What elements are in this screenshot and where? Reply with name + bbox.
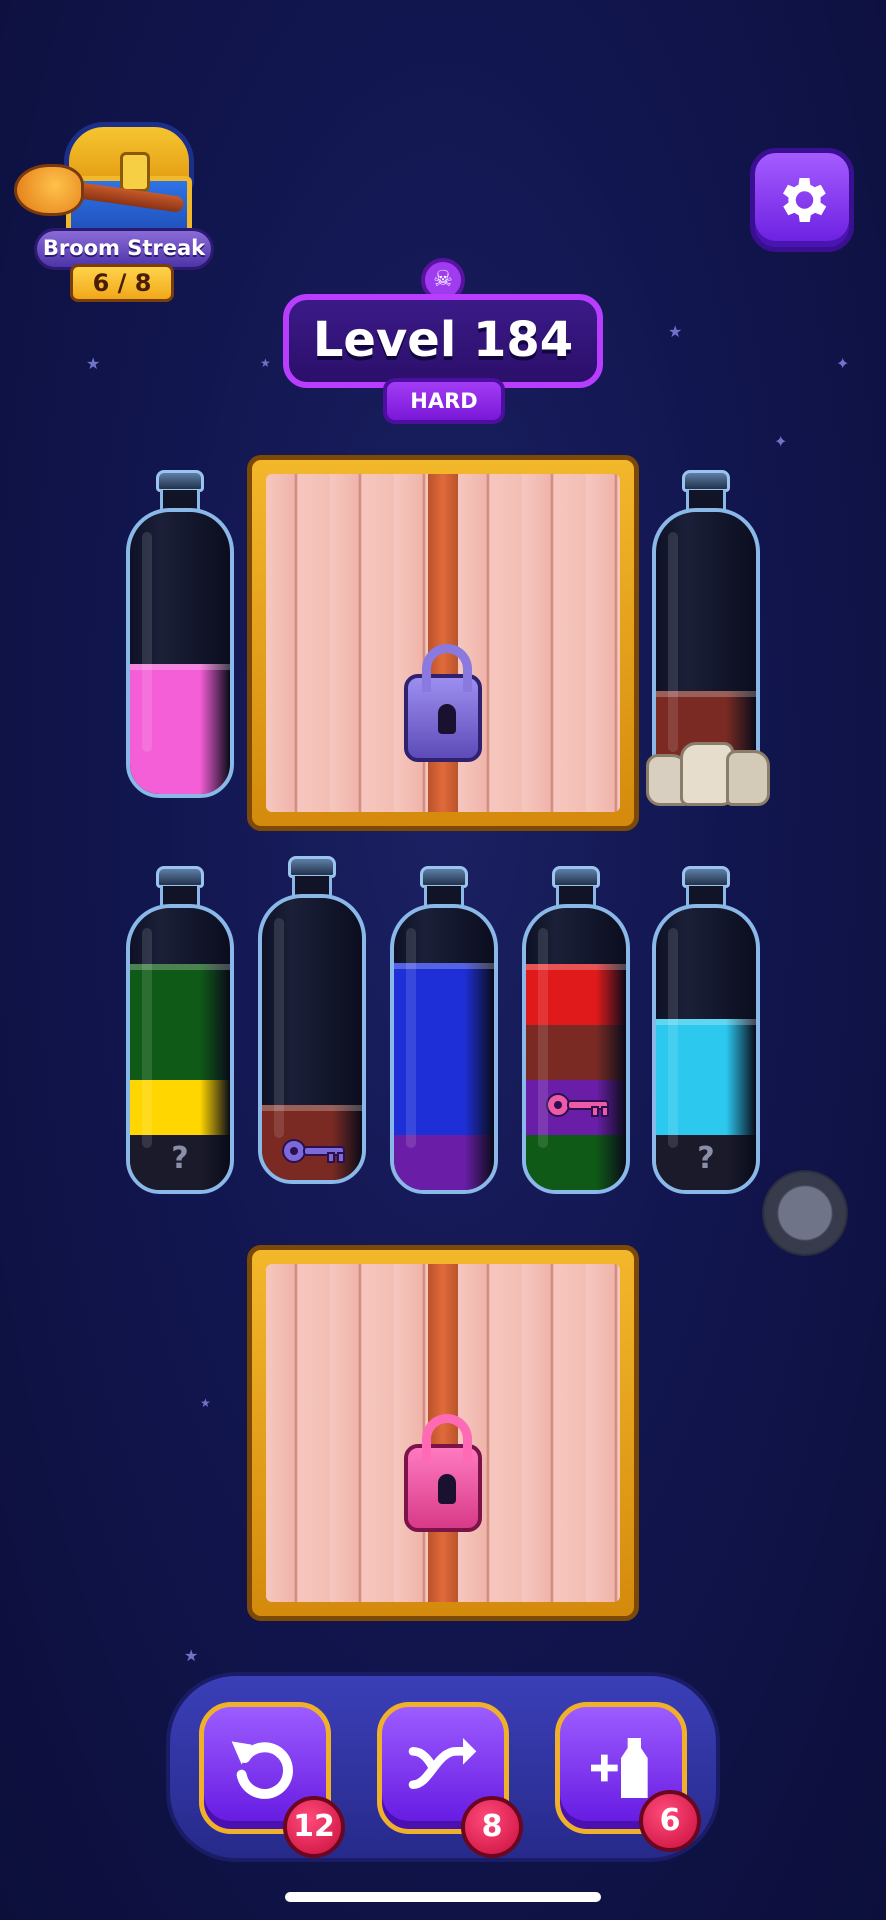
streak-count: 6 / 8 xyxy=(70,264,174,302)
bottle-cap xyxy=(420,866,468,888)
bottle-glass: ? xyxy=(126,904,234,1194)
padlock-icon xyxy=(404,644,482,762)
assistive-touch-button[interactable] xyxy=(762,1170,848,1256)
star-decor: ✦ xyxy=(774,432,788,451)
bottle-cap xyxy=(288,856,336,878)
star-decor: ✦ xyxy=(836,354,850,373)
bottle-glass xyxy=(390,904,498,1194)
add-bottle-icon xyxy=(591,1738,648,1798)
padlock-icon xyxy=(404,1414,482,1532)
bottle-glass xyxy=(126,508,234,798)
shuffle-count-badge: 8 xyxy=(461,1796,523,1858)
bottle-cap xyxy=(682,470,730,492)
star-decor: ★ xyxy=(668,322,683,341)
add-bottle-count-badge: 6 xyxy=(639,1790,701,1852)
star-decor: ★ xyxy=(260,356,271,370)
bottle-cap xyxy=(552,866,600,888)
difficulty-badge: HARD xyxy=(383,378,505,424)
home-indicator xyxy=(285,1892,601,1902)
rocks-obstacle xyxy=(646,740,772,810)
shuffle-icon xyxy=(408,1738,477,1789)
level-header: Level 184 xyxy=(283,294,603,388)
locked-crate-bottom xyxy=(247,1245,639,1621)
undo-icon xyxy=(231,1741,293,1799)
settings-button[interactable] xyxy=(750,148,854,252)
broom-streak-badge[interactable]: Broom Streak 6 / 8 xyxy=(14,118,214,302)
key-icon xyxy=(280,1136,350,1166)
bottle-cap xyxy=(156,866,204,888)
gear-icon xyxy=(783,178,827,222)
star-decor: ★ xyxy=(184,1646,199,1665)
undo-count-badge: 12 xyxy=(283,1796,345,1858)
star-decor: ★ xyxy=(86,354,101,373)
key-icon xyxy=(544,1090,614,1120)
star-decor: ★ xyxy=(200,1396,211,1410)
bottle-cap xyxy=(682,866,730,888)
bottle-glass: ? xyxy=(652,904,760,1194)
locked-crate-top xyxy=(247,455,639,831)
level-title: Level 184 xyxy=(312,312,574,368)
bottle-cap xyxy=(156,470,204,492)
bottle-glass xyxy=(258,894,366,1184)
streak-title: Broom Streak xyxy=(42,236,206,260)
bottle-glass xyxy=(522,904,630,1194)
